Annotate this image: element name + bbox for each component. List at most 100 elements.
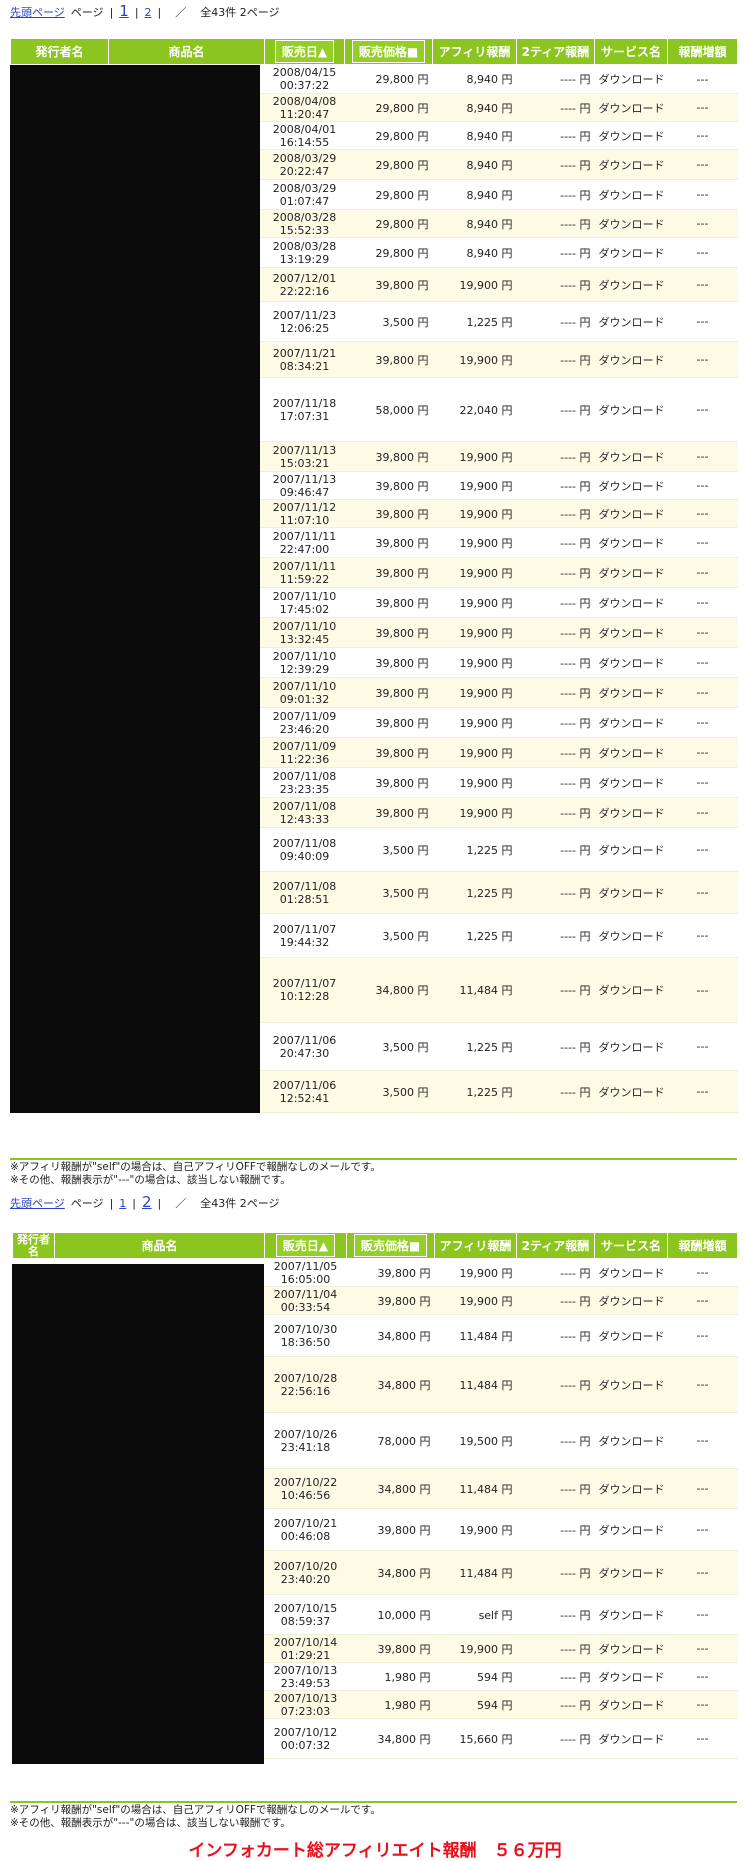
- sort-sale-date-button[interactable]: 販売日▲: [274, 40, 335, 63]
- col-sale-price[interactable]: 販売価格■: [344, 38, 433, 65]
- col-sale-date[interactable]: 販売日▲: [264, 38, 345, 65]
- sale-date: 2007/11/10: [272, 589, 337, 603]
- page-label: ページ: [70, 6, 104, 19]
- col-sale-date[interactable]: 販売日▲: [264, 1232, 347, 1259]
- sort-sale-date-button[interactable]: 販売日▲: [275, 1234, 336, 1257]
- tier2-reward-cell: ---- 円: [516, 121, 595, 150]
- sales-table-1: 発行者名 商品名 販売日▲ 販売価格■ アフィリ報酬 2ティア報酬 サービス名 …: [10, 38, 738, 1113]
- sale-date-cell: 2007/11/05 16:05:00: [264, 1258, 347, 1287]
- sale-price-cell: 39,800 円: [344, 587, 433, 618]
- affiliate-reward-cell: 11,484 円: [434, 1356, 517, 1413]
- service-cell: ダウンロード: [594, 1690, 668, 1719]
- sale-date: 2007/11/08: [272, 836, 337, 850]
- bonus-cell: ---: [667, 1718, 738, 1759]
- service-cell: ダウンロード: [594, 499, 668, 528]
- sale-price-cell: 29,800 円: [344, 209, 433, 238]
- sale-date-cell: 2007/11/06 20:47:30: [264, 1022, 345, 1071]
- page-2-link[interactable]: 2: [145, 6, 152, 19]
- sale-date-cell: 2007/11/07 19:44:32: [264, 913, 345, 958]
- affiliate-reward-cell: 22,040 円: [432, 377, 517, 442]
- sale-date-cell: 2008/04/01 16:14:55: [264, 121, 345, 150]
- sale-date-cell: 2008/04/08 11:20:47: [264, 93, 345, 122]
- page-2-link[interactable]: 2: [142, 1193, 152, 1211]
- sale-date-cell: 2008/03/28 13:19:29: [264, 237, 345, 268]
- sale-price-cell: 39,800 円: [344, 499, 433, 528]
- affiliate-reward-cell: 19,900 円: [432, 471, 517, 500]
- service-cell: ダウンロード: [594, 149, 668, 180]
- sale-date-cell: 2007/11/10 12:39:29: [264, 647, 345, 678]
- sale-date-cell: 2007/10/21 00:46:08: [264, 1508, 347, 1551]
- tier2-reward-cell: ---- 円: [516, 677, 595, 708]
- bonus-cell: ---: [667, 121, 738, 150]
- affiliate-reward-cell: 594 円: [434, 1662, 517, 1691]
- sale-date-cell: 2007/11/04 00:33:54: [264, 1286, 347, 1315]
- sale-price-cell: 39,800 円: [346, 1286, 435, 1315]
- tier2-reward-cell: ---- 円: [516, 237, 595, 268]
- tier2-reward-cell: ---- 円: [516, 1070, 595, 1113]
- sale-time: 18:36:50: [280, 1335, 331, 1349]
- affiliate-reward-cell: 19,900 円: [434, 1508, 517, 1551]
- sale-price-cell: 1,980 円: [346, 1690, 435, 1719]
- sale-price-cell: 39,800 円: [344, 441, 433, 472]
- affiliate-reward-cell: 8,940 円: [432, 64, 517, 94]
- bonus-cell: ---: [667, 179, 738, 210]
- sale-date-cell: 2007/10/26 23:41:18: [264, 1412, 347, 1469]
- bonus-cell: ---: [667, 301, 738, 342]
- sale-date: 2007/11/09: [272, 739, 337, 753]
- tier2-reward-cell: ---- 円: [516, 341, 595, 378]
- affiliate-reward-cell: 8,940 円: [432, 209, 517, 238]
- sale-date: 2008/04/01: [272, 122, 337, 136]
- sale-date-cell: 2007/10/15 08:59:37: [264, 1594, 347, 1635]
- tier2-reward-cell: ---- 円: [516, 499, 595, 528]
- col-bonus: 報酬増額: [667, 38, 738, 65]
- sale-time: 01:29:21: [280, 1648, 331, 1662]
- service-cell: ダウンロード: [594, 737, 668, 768]
- sale-date: 2007/11/13: [272, 443, 337, 457]
- first-page-link[interactable]: 先頭ページ: [10, 4, 65, 20]
- sale-date: 2007/10/15: [273, 1601, 338, 1615]
- sort-sale-price-button[interactable]: 販売価格■: [353, 1234, 428, 1257]
- sale-time: 09:40:09: [279, 849, 330, 863]
- affiliate-reward-cell: 11,484 円: [432, 957, 517, 1023]
- page-1-link[interactable]: 1: [119, 1197, 126, 1210]
- table-1-bottom-rule: [10, 1158, 737, 1160]
- notes-2: ※アフィリ報酬が"self"の場合は、自己アフィリOFFで報酬なしのメールです。…: [10, 1804, 381, 1830]
- notes-1: ※アフィリ報酬が"self"の場合は、自己アフィリOFFで報酬なしのメールです。…: [10, 1161, 381, 1187]
- service-cell: ダウンロード: [594, 301, 668, 342]
- bonus-cell: ---: [667, 827, 738, 872]
- affiliate-reward-cell: 8,940 円: [432, 179, 517, 210]
- sale-date: 2007/11/11: [272, 529, 337, 543]
- page-1-link[interactable]: 1: [119, 2, 129, 20]
- sale-date-cell: 2007/10/12 00:07:32: [264, 1718, 347, 1759]
- bonus-cell: ---: [667, 1022, 738, 1071]
- tier2-reward-cell: ---- 円: [516, 471, 595, 500]
- sale-time: 08:59:37: [280, 1614, 331, 1628]
- sales-table-2: 発行者名 商品名 販売日▲ 販売価格■ アフィリ報酬 2ティア報酬 サービス名 …: [12, 1232, 738, 1764]
- sort-sale-price-button[interactable]: 販売価格■: [351, 40, 426, 63]
- sale-price-cell: 39,800 円: [344, 527, 433, 558]
- sale-date-cell: 2007/12/01 22:22:16: [264, 267, 345, 302]
- first-page-link[interactable]: 先頭ページ: [10, 1195, 65, 1211]
- col-sale-price[interactable]: 販売価格■: [346, 1232, 435, 1259]
- sale-price-cell: 58,000 円: [344, 377, 433, 442]
- sale-time: 09:01:32: [279, 692, 330, 706]
- sale-date-cell: 2007/10/28 22:56:16: [264, 1356, 347, 1413]
- bonus-cell: ---: [667, 767, 738, 798]
- tier2-reward-cell: ---- 円: [516, 1690, 595, 1719]
- col-product: 商品名: [108, 38, 265, 65]
- bonus-cell: ---: [667, 677, 738, 708]
- sale-time: 13:32:45: [279, 632, 330, 646]
- affiliate-reward-cell: 1,225 円: [432, 1022, 517, 1071]
- sale-date: 2007/10/28: [273, 1371, 338, 1385]
- bonus-cell: ---: [667, 1594, 738, 1635]
- sale-date-cell: 2007/11/09 23:46:20: [264, 707, 345, 738]
- bonus-cell: ---: [667, 93, 738, 122]
- sale-date-cell: 2007/11/12 11:07:10: [264, 499, 345, 528]
- sale-date: 2008/04/15: [272, 66, 337, 79]
- tier2-reward-cell: ---- 円: [516, 1258, 595, 1287]
- sale-date: 2007/11/08: [272, 769, 337, 783]
- sale-date: 2007/10/30: [273, 1322, 338, 1336]
- bonus-cell: ---: [667, 797, 738, 828]
- sale-time: 15:52:33: [279, 223, 330, 237]
- sale-date-cell: 2007/11/09 11:22:36: [264, 737, 345, 768]
